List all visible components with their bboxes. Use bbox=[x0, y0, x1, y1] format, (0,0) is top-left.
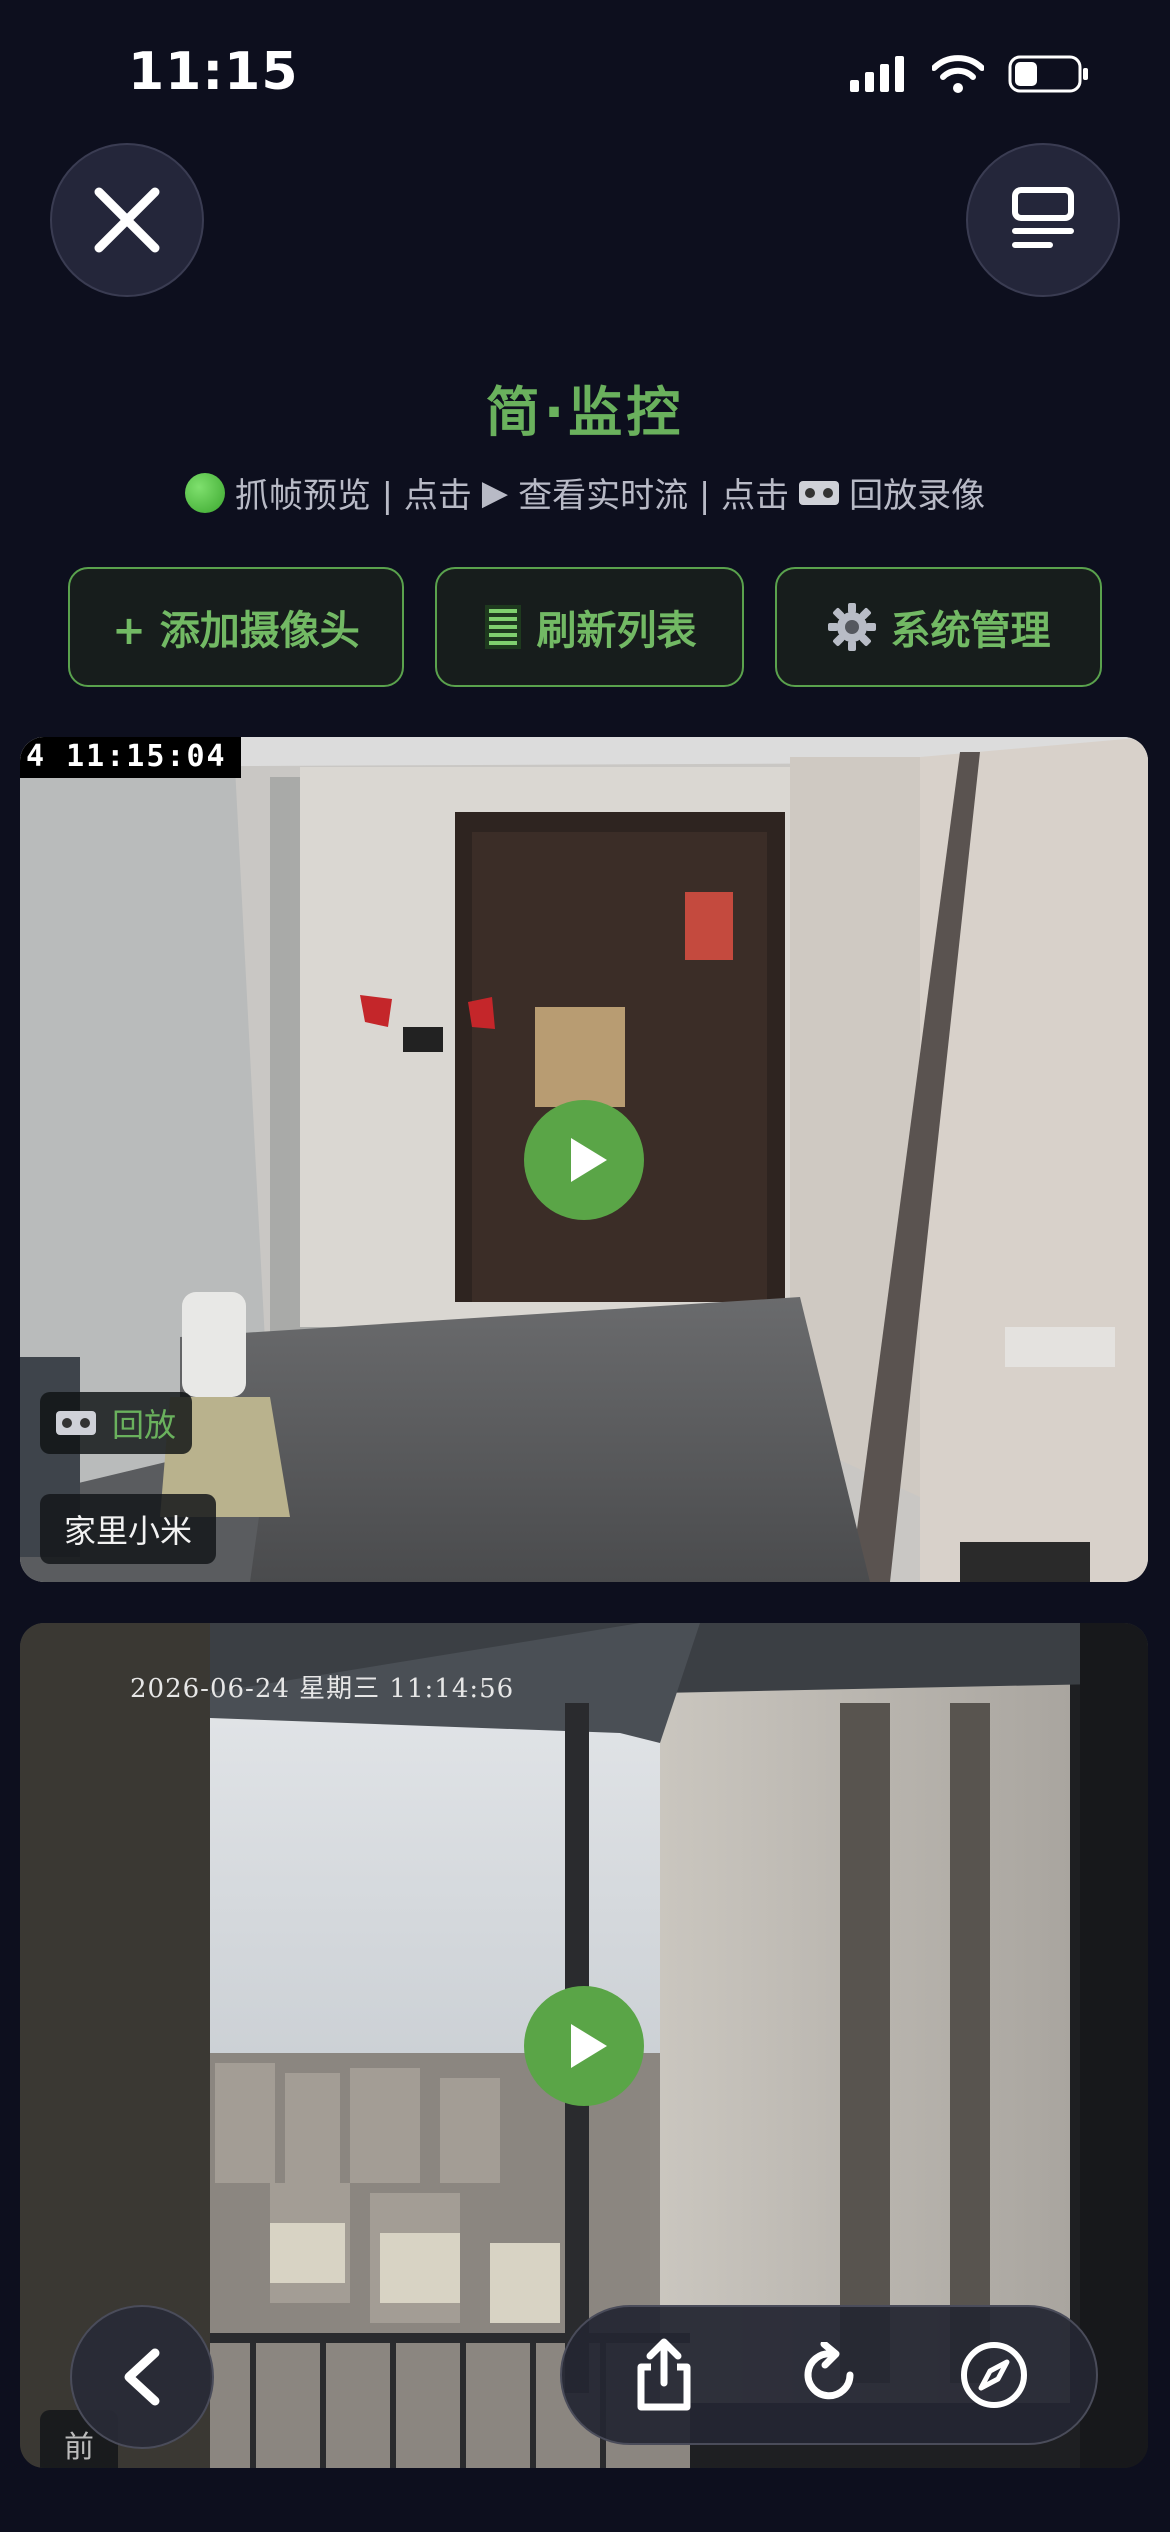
subtitle-part-2: 查看实时流 | 点击 bbox=[518, 476, 790, 516]
wifi-icon bbox=[932, 55, 984, 93]
tape-icon bbox=[56, 1411, 96, 1435]
system-manage-label: 系统管理 bbox=[890, 608, 1051, 654]
reload-button[interactable] bbox=[784, 2330, 874, 2420]
signal-icon bbox=[850, 56, 904, 92]
close-button[interactable] bbox=[50, 143, 204, 297]
play-icon bbox=[571, 2023, 607, 2068]
list-lines-icon bbox=[484, 605, 521, 649]
compass-icon bbox=[960, 2342, 1027, 2408]
play-icon bbox=[571, 1137, 607, 1182]
share-icon bbox=[637, 2338, 691, 2411]
close-icon bbox=[94, 187, 160, 253]
list-icon bbox=[1012, 187, 1074, 248]
menu-button[interactable] bbox=[966, 143, 1120, 297]
camera-1-timestamp: 4 11:15:04 bbox=[20, 737, 241, 778]
add-camera-label: + 添加摄像头 bbox=[112, 608, 360, 654]
gear-icon bbox=[827, 603, 876, 651]
subtitle-part-3: 回放录像 bbox=[849, 476, 986, 516]
play-button-2[interactable] bbox=[524, 1985, 644, 2106]
reload-icon bbox=[804, 2342, 854, 2400]
camera-2-timestamp: 2026-06-24 星期三 11:14:56 bbox=[130, 1674, 515, 1704]
subtitle-part-1: 抓帧预览 | 点击 bbox=[234, 476, 472, 516]
camera-card-1[interactable]: 4 11:15:04 回放 家里小米 bbox=[20, 737, 1148, 1582]
camera-1-name: 家里小米 bbox=[40, 1494, 217, 1564]
system-manage-button[interactable]: 系统管理 bbox=[775, 567, 1102, 687]
tape-icon bbox=[799, 480, 840, 505]
action-bar: + 添加摄像头 刷新列表 系统管理 bbox=[68, 567, 1102, 687]
page-subtitle: 抓帧预览 | 点击 ▶ 查看实时流 | 点击 回放录像 bbox=[0, 468, 1170, 517]
play-button-1[interactable] bbox=[524, 1099, 644, 1220]
replay-button-1[interactable]: 回放 bbox=[40, 1392, 193, 1454]
page-title: 简·监控 bbox=[485, 381, 685, 444]
play-arrow-icon: ▶ bbox=[481, 472, 509, 513]
replay-label: 回放 bbox=[112, 1406, 177, 1444]
green-dot-icon bbox=[184, 472, 225, 513]
status-icons bbox=[848, 54, 1090, 94]
share-button[interactable] bbox=[619, 2330, 709, 2420]
chevron-left-icon bbox=[124, 2348, 160, 2406]
add-camera-button[interactable]: + 添加摄像头 bbox=[68, 567, 404, 687]
back-button[interactable] bbox=[70, 2305, 214, 2449]
compass-button[interactable] bbox=[949, 2330, 1039, 2420]
status-time: 11:15 bbox=[128, 42, 299, 102]
refresh-list-label: 刷新列表 bbox=[536, 608, 697, 654]
bottom-toolbar bbox=[560, 2305, 1098, 2445]
battery-icon bbox=[1008, 55, 1088, 93]
refresh-list-button[interactable]: 刷新列表 bbox=[435, 567, 744, 687]
